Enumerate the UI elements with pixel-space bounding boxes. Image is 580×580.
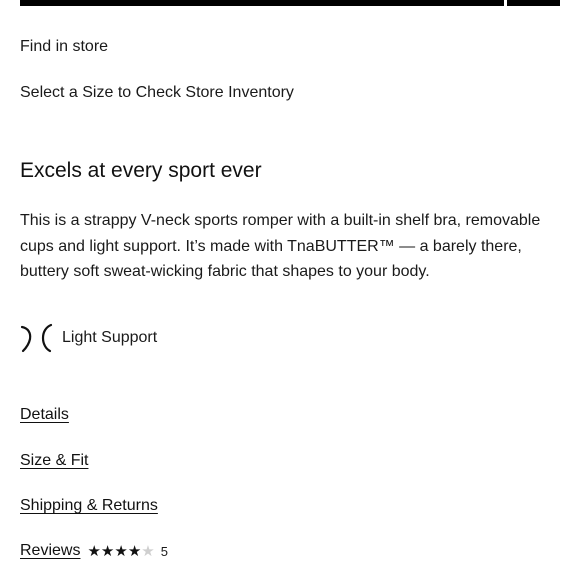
product-description: This is a strappy V-neck sports romper w… [20, 212, 541, 281]
product-headline: Excels at every sport ever [20, 159, 262, 182]
star-filled-icon: ★ [87, 542, 101, 560]
support-label: Light Support [62, 329, 158, 346]
details-link[interactable]: Details [20, 405, 69, 425]
shipping-returns-link[interactable]: Shipping & Returns [20, 496, 158, 516]
light-support-icon [20, 323, 53, 353]
top-action-bar [20, 0, 560, 6]
reviews-row: Reviews ★ ★ ★ ★ ★ 5 [20, 541, 168, 561]
star-filled-icon: ★ [114, 542, 128, 560]
star-rating: ★ ★ ★ ★ ★ [87, 542, 154, 560]
review-count: 5 [160, 543, 168, 559]
wishlist-button[interactable] [507, 0, 560, 6]
store-inventory-prompt: Select a Size to Check Store Inventory [20, 84, 294, 101]
star-filled-icon: ★ [127, 542, 142, 560]
star-filled-icon: ★ [100, 542, 115, 560]
size-fit-link[interactable]: Size & Fit [20, 451, 88, 471]
find-in-store-label: Find in store [20, 38, 109, 55]
add-to-bag-button[interactable] [20, 0, 504, 6]
support-level: Light Support [20, 322, 157, 354]
reviews-link[interactable]: Reviews [20, 541, 80, 561]
star-empty-icon: ★ [141, 542, 155, 560]
